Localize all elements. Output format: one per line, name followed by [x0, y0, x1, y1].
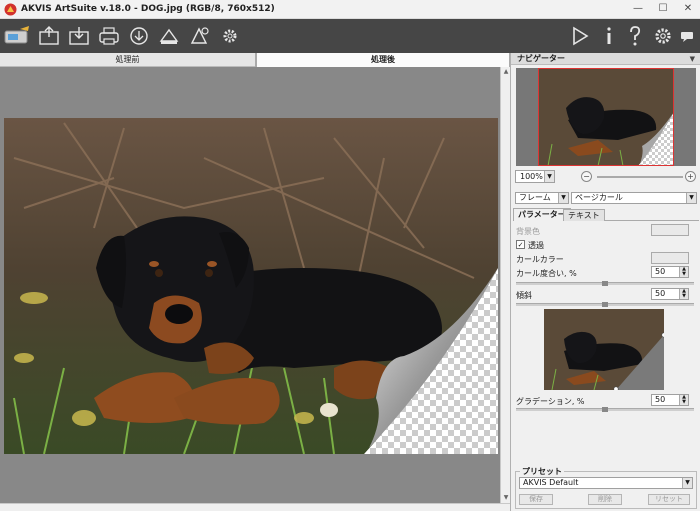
save-preset-button[interactable]: 保存 [519, 494, 553, 505]
vertical-scrollbar[interactable]: ▲ ▼ [500, 67, 510, 503]
image-canvas[interactable] [0, 67, 500, 503]
effect-type-select[interactable]: ページカール ▼ [571, 192, 697, 204]
slider-knob[interactable] [602, 302, 608, 307]
slider-knob[interactable] [602, 407, 608, 412]
result-image [4, 118, 498, 454]
batch-icon[interactable] [156, 23, 182, 49]
tilt-value: 50 [655, 289, 666, 298]
parameter-tabs: パラメーター テキスト [513, 208, 699, 221]
curl-degree-input[interactable]: 50 ▲ ▼ [651, 266, 689, 278]
dropdown-arrow-icon[interactable]: ▼ [558, 193, 568, 203]
background-color-swatch[interactable] [651, 224, 689, 236]
navigator-view[interactable] [516, 68, 696, 166]
effect-category-select[interactable]: フレーム ▼ [515, 192, 569, 204]
dropdown-arrow-icon[interactable]: ▼ [686, 193, 696, 203]
share-icon[interactable] [126, 23, 152, 49]
save-icon[interactable] [66, 23, 92, 49]
close-window-button[interactable]: ✕ [676, 0, 700, 18]
presets-title: プリセット [520, 466, 564, 477]
zoom-slider[interactable] [597, 176, 683, 178]
minimize-button[interactable]: — [626, 0, 650, 18]
preferences-icon[interactable] [650, 23, 676, 49]
tab-after[interactable]: 処理後 [256, 53, 510, 67]
horizontal-scrollbar[interactable] [0, 503, 510, 511]
tilt-input[interactable]: 50 ▲ ▼ [651, 288, 689, 300]
title-bar: AKVIS ArtSuite v.18.0 - DOG.jpg (RGB/8, … [0, 0, 700, 19]
spinner-icon[interactable]: ▲ ▼ [679, 267, 688, 277]
tilt-label: 傾斜 [516, 291, 532, 300]
curl-degree-label: カール度合い, % [516, 269, 577, 278]
settings-panel: ナビゲーター ▼ 100% ▼ − + フレーム ▼ ページカール ▼ パラメー… [510, 53, 700, 511]
info-icon[interactable] [596, 23, 622, 49]
navigator-thumbnail [538, 68, 674, 166]
delete-preset-button[interactable]: 削除 [588, 494, 622, 505]
settings-gear-icon[interactable] [216, 23, 242, 49]
gradation-value: 50 [655, 395, 666, 404]
dropdown-arrow-icon[interactable]: ▼ [682, 478, 692, 488]
zoom-value: 100% [520, 172, 543, 181]
curl-degree-slider[interactable] [516, 281, 694, 286]
tab-text[interactable]: テキスト [563, 209, 605, 221]
effect-type-value: ページカール [575, 193, 623, 202]
tab-before[interactable]: 処理前 [0, 53, 256, 67]
print-icon[interactable] [96, 23, 122, 49]
preset-select[interactable]: AKVIS Default ▼ [519, 477, 693, 489]
tilt-slider[interactable] [516, 302, 694, 307]
zoom-select[interactable]: 100% ▼ [515, 170, 555, 183]
effect-category-value: フレーム [519, 193, 551, 202]
curl-color-swatch[interactable] [651, 252, 689, 264]
slider-knob[interactable] [602, 281, 608, 286]
spinner-icon[interactable]: ▲ ▼ [679, 289, 688, 299]
dropdown-arrow-icon[interactable]: ▼ [544, 171, 554, 182]
gradation-input[interactable]: 50 ▲ ▼ [651, 394, 689, 406]
home-icon[interactable] [2, 23, 32, 49]
navigator-title: ナビゲーター [517, 54, 565, 63]
transparency-label: 透過 [528, 241, 544, 250]
curl-degree-value: 50 [655, 267, 666, 276]
navigator-header: ナビゲーター ▼ [511, 53, 700, 65]
zoom-in-button[interactable]: + [685, 171, 696, 182]
main-toolbar [0, 19, 700, 53]
window-title: AKVIS ArtSuite v.18.0 - DOG.jpg (RGB/8, … [21, 4, 275, 14]
notifications-icon[interactable] [674, 23, 700, 49]
zoom-out-button[interactable]: − [581, 171, 592, 182]
curl-preview[interactable] [544, 309, 664, 390]
collapse-chevron-icon[interactable]: ▼ [690, 53, 695, 65]
help-icon[interactable] [622, 23, 648, 49]
presets-group: プリセット AKVIS Default ▼ 保存 削除 リセット [515, 466, 697, 509]
zoom-controls: 100% ▼ − + [515, 170, 697, 184]
akvis-app-icon [4, 3, 17, 16]
run-icon[interactable] [566, 23, 592, 49]
preset-value: AKVIS Default [523, 478, 579, 487]
background-color-label: 背景色 [516, 227, 540, 236]
transparency-checkbox[interactable]: ✓ [516, 240, 525, 249]
maximize-button[interactable]: ☐ [651, 0, 675, 18]
gradation-slider[interactable] [516, 407, 694, 412]
gradation-label: グラデーション, % [516, 397, 585, 406]
open-icon[interactable] [36, 23, 62, 49]
curl-color-label: カールカラー [516, 255, 564, 264]
view-tabs: 処理前 処理後 [0, 53, 510, 67]
reset-preset-button[interactable]: リセット [648, 494, 690, 505]
spinner-icon[interactable]: ▲ ▼ [679, 395, 688, 405]
effects-icon[interactable] [186, 23, 212, 49]
